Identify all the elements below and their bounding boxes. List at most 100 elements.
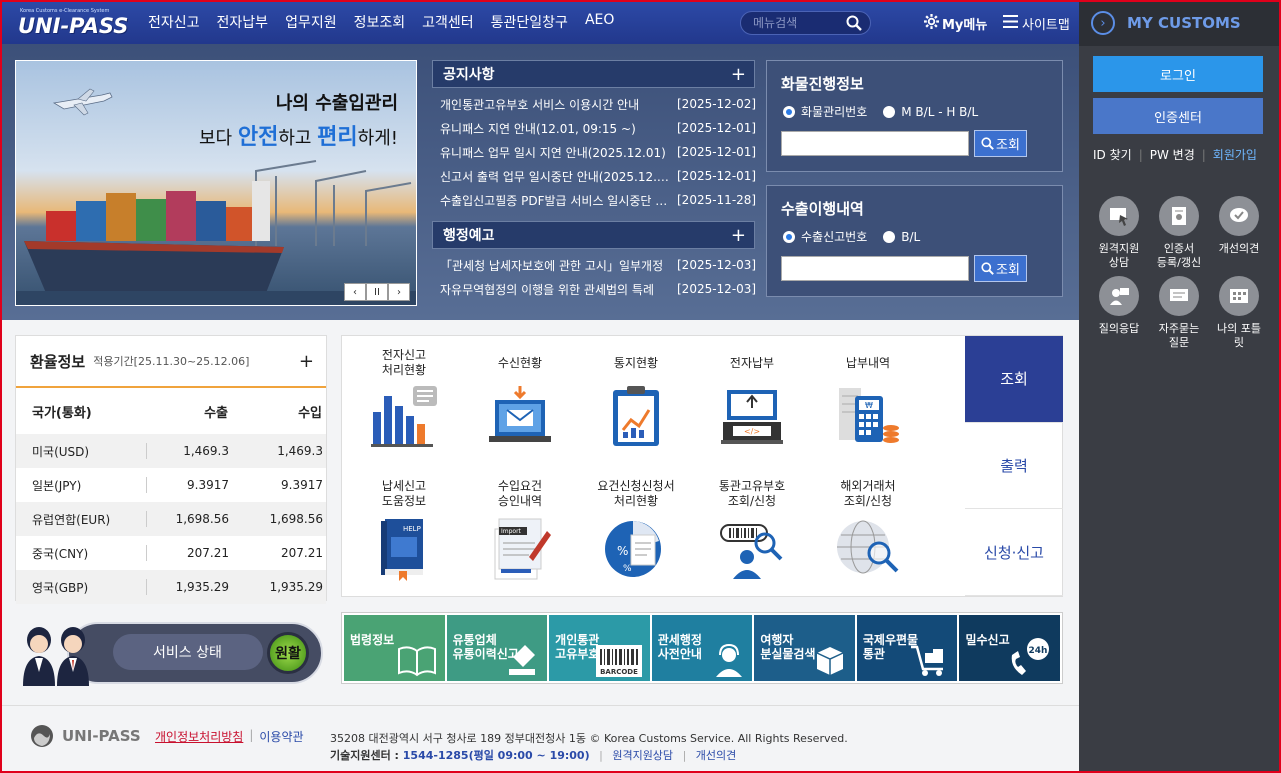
radio-export-number[interactable]: 수출신고번호: [783, 228, 867, 245]
quick-certificate[interactable]: 인증서 등록/갱신: [1149, 196, 1209, 270]
service-panel: 전자신고 처리현황 수신현황 통지현황 전자납부 </> 납부내역 ₩ 납세신고…: [341, 335, 1063, 597]
main-banner[interactable]: 나의 수출입관리 보다 안전하고 편리하게! ‹ II ›: [15, 60, 417, 306]
remote-support-link[interactable]: 원격지원상담: [612, 749, 673, 762]
feedback-link[interactable]: 개선의견: [696, 749, 736, 762]
tile-personal-customs-code[interactable]: 개인통관 고유부호 BARCODE: [549, 615, 650, 681]
service-e-payment[interactable]: 전자납부 </>: [694, 336, 810, 467]
terms-link[interactable]: 이용약관: [259, 728, 303, 745]
tile-distribution-report[interactable]: 유통업체 유통이력신고: [446, 615, 548, 681]
table-row: 일본(JPY) 9.3917 9.3917: [32, 477, 323, 493]
service-declaration-status[interactable]: 전자신고 처리현황: [346, 336, 462, 467]
service-overseas-partner[interactable]: 해외거래처 조회/신청: [810, 467, 926, 598]
admin-notice-more-button[interactable]: +: [731, 225, 746, 246]
change-pw-link[interactable]: PW 변경: [1150, 146, 1195, 163]
admin-notice-item[interactable]: 자유무역협정의 이행을 위한 관세법의 특례 [2025-12-03]: [440, 277, 756, 301]
search-icon: [981, 137, 994, 150]
menu-single-window[interactable]: 통관단일창구: [491, 12, 568, 32]
quick-remote-support[interactable]: 원격지원 상담: [1089, 196, 1149, 270]
service-import-approval[interactable]: 수입요건 승인내역 Import: [462, 467, 578, 598]
chevron-right-icon[interactable]: ›: [1091, 11, 1115, 35]
privacy-policy-link[interactable]: 개인정보처리방침: [155, 728, 243, 745]
banner-pause-button[interactable]: II: [366, 283, 388, 301]
service-requirement-status[interactable]: 요건신청신청서 처리현황 %%: [578, 467, 694, 598]
tab-apply[interactable]: 신청·신고: [965, 509, 1063, 597]
cargo-number-input[interactable]: [781, 131, 969, 156]
barcode-search-icon: [720, 524, 783, 579]
notice-item[interactable]: 유니패스 지연 안내(12.01, 09:15 ~) [2025-12-01]: [440, 116, 756, 140]
korea-emblem-icon: [31, 725, 53, 747]
notice-item[interactable]: 신고서 출력 업무 일시중단 안내(2025.12.01) [2025-12-01…: [440, 164, 756, 188]
svg-text:₩: ₩: [865, 401, 873, 410]
service-notification-status[interactable]: 통지현황: [578, 336, 694, 467]
service-receive-status[interactable]: 수신현황: [462, 336, 578, 467]
quick-feedback[interactable]: 개선의견: [1209, 196, 1269, 270]
box-icon: [816, 647, 844, 675]
notice-more-button[interactable]: +: [731, 64, 746, 85]
book-icon: [397, 646, 436, 677]
notice-item[interactable]: 개인통관고유부호 서비스 이용시간 안내 [2025-12-02]: [440, 92, 756, 116]
footer: UNI-PASS 개인정보처리방침 | 이용약관 35208 대전광역시 서구 …: [0, 705, 1079, 773]
footer-support: 기술지원센터 : 1544-1285(평일 09:00 ~ 19:00) | 원…: [330, 747, 736, 763]
radio-dot: [783, 105, 795, 118]
export-number-input[interactable]: [781, 256, 969, 281]
admin-notice-list: 「관세청 납세자보호에 관한 고시」일부개정 [2025-12-03] 자유무역협…: [432, 249, 756, 301]
support-label: 기술지원센터 :: [330, 749, 403, 762]
menu-aeo[interactable]: AEO: [585, 12, 614, 32]
notice-item[interactable]: 유니패스 업무 일시 지연 안내(2025.12.01) [2025-12-01]: [440, 140, 756, 164]
tab-lookup[interactable]: 조회: [957, 336, 1063, 423]
radio-cargo-number[interactable]: 화물관리번호: [783, 103, 867, 120]
quick-label: 원격지원 상담: [1098, 242, 1140, 269]
my-menu-button[interactable]: My메뉴: [924, 14, 987, 33]
exchange-rate-panel: 환율정보 적용기간[25.11.30~25.12.06] + 국가(통화) 수출 수…: [15, 335, 327, 604]
export-search-button[interactable]: 조회: [974, 255, 1027, 282]
divider: |: [599, 749, 603, 762]
tile-international-mail[interactable]: 국제우편물 통관: [856, 615, 958, 681]
signup-link[interactable]: 회원가입: [1213, 146, 1257, 163]
radio-mbl-hbl[interactable]: M B/L - H B/L: [883, 103, 978, 120]
quick-qna[interactable]: 질의응답: [1089, 276, 1149, 350]
notice-item[interactable]: 수출입신고필증 PDF발급 서비스 일시중단 안내 [2025-11-28]: [440, 188, 756, 212]
table-row: 중국(CNY) 207.21 207.21: [32, 545, 323, 561]
svg-text:%: %: [617, 544, 628, 558]
tab-print[interactable]: 출력: [965, 423, 1063, 510]
tile-law-info[interactable]: 법령정보: [344, 615, 445, 681]
admin-notice-item[interactable]: 「관세청 납세자보호에 관한 고시」일부개정 [2025-12-03]: [440, 253, 756, 277]
banner-next-button[interactable]: ›: [388, 283, 410, 301]
menu-e-declaration[interactable]: 전자신고: [148, 12, 200, 32]
menu-info-lookup[interactable]: 정보조회: [354, 12, 406, 32]
cert-center-button[interactable]: 인증센터: [1093, 98, 1263, 134]
find-id-link[interactable]: ID 찾기: [1093, 146, 1132, 163]
menu-e-payment[interactable]: 전자납부: [217, 12, 269, 32]
bar-chart-icon: [371, 386, 437, 447]
admin-notice-board: 행정예고 + 「관세청 납세자보호에 관한 고시」일부개정 [2025-12-03…: [432, 221, 756, 301]
banner-prev-button[interactable]: ‹: [344, 283, 366, 301]
svg-text:</>: </>: [744, 427, 760, 436]
cargo-tracking-box: 화물진행정보 화물관리번호 M B/L - H B/L 조회: [766, 60, 1063, 172]
cargo-search-button[interactable]: 조회: [974, 130, 1027, 157]
svg-text:%: %: [623, 564, 632, 574]
quick-faq[interactable]: 자주묻는 질문: [1149, 276, 1209, 350]
tile-customs-guidance[interactable]: 관세행정 사전안내: [651, 615, 753, 681]
service-tax-help[interactable]: 납세신고 도움정보 HELP: [346, 467, 462, 598]
my-customs-title: MY CUSTOMS: [1127, 14, 1241, 32]
menu-customer-center[interactable]: 고객센터: [422, 12, 474, 32]
my-menu-label: My메뉴: [942, 18, 988, 33]
tile-lost-property[interactable]: 여행자 분실물검색: [754, 615, 855, 681]
service-status: 서비스 상태 원활: [15, 620, 325, 686]
service-customs-code[interactable]: 통관고유부호 조회/신청: [694, 467, 810, 598]
tile-smuggling-report[interactable]: 밀수신고 24h: [959, 615, 1061, 681]
login-button[interactable]: 로그인: [1093, 56, 1263, 92]
service-payment-history[interactable]: 납부내역 ₩: [810, 336, 926, 467]
cargo-radio-group: 화물관리번호 M B/L - H B/L: [783, 103, 978, 120]
menu-work-support[interactable]: 업무지원: [285, 12, 337, 32]
unipass-logo[interactable]: Korea Customs e-Clearance System UNI-PAS…: [16, 6, 128, 40]
svg-text:Import: Import: [501, 528, 522, 535]
sitemap-button[interactable]: 사이트맵: [1003, 14, 1070, 33]
menu-search-input[interactable]: [741, 12, 837, 34]
search-icon: [981, 262, 994, 275]
search-icon[interactable]: [846, 15, 862, 34]
exchange-more-button[interactable]: +: [299, 351, 314, 372]
table-header-row: 국가(통화) 수출 수입: [32, 405, 322, 421]
radio-bl[interactable]: B/L: [883, 228, 920, 245]
quick-portlet[interactable]: 나의 포틀 릿: [1209, 276, 1269, 350]
